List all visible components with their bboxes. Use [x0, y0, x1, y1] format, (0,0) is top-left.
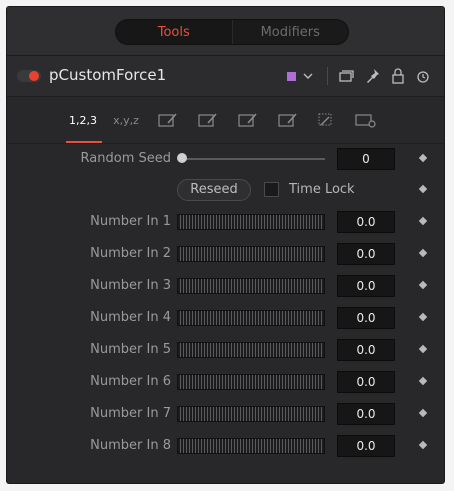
number-in-row: Number In 6 0.0: [7, 371, 444, 393]
number-in-label: Number In 8: [90, 438, 171, 453]
edit-page-icon: [278, 113, 297, 127]
number-in-value[interactable]: 0.0: [337, 307, 395, 329]
versions-icon[interactable]: [338, 66, 354, 92]
number-in-label: Number In 7: [90, 406, 171, 421]
keyframe-diamond-icon[interactable]: [418, 376, 428, 386]
header-divider: [327, 67, 328, 85]
tab-inputs[interactable]: [272, 97, 304, 143]
keyframe-diamond-icon[interactable]: [418, 216, 428, 226]
tool-header: pCustomForce1: [7, 56, 444, 97]
reset-icon[interactable]: [415, 66, 431, 92]
tab-points[interactable]: x,y,z: [110, 97, 142, 143]
keyframe-diamond-icon[interactable]: [418, 344, 428, 354]
random-seed-slider-track[interactable]: [182, 158, 325, 160]
edit-page-icon: [198, 113, 217, 127]
number-in-value[interactable]: 0.0: [337, 403, 395, 425]
time-lock-label: Time Lock: [289, 182, 355, 197]
settings-page-icon: [355, 114, 376, 128]
keyframe-diamond-icon[interactable]: [418, 408, 428, 418]
random-seed-row: Random Seed 0: [7, 148, 444, 170]
number-in-label: Number In 6: [90, 374, 171, 389]
tab-modifiers[interactable]: Modifiers: [231, 20, 349, 44]
number-in-thumbwheel[interactable]: [177, 406, 325, 422]
number-in-label: Number In 1: [90, 214, 171, 229]
number-in-label: Number In 3: [90, 278, 171, 293]
tab-setup[interactable]: [152, 97, 184, 143]
inspector-tab-bar: Tools Modifiers: [7, 7, 444, 56]
number-in-label: Number In 5: [90, 342, 171, 357]
random-seed-value[interactable]: 0: [337, 148, 395, 170]
random-seed-slider-knob[interactable]: [177, 153, 187, 163]
tab-tools[interactable]: Tools: [116, 20, 232, 44]
keyframe-diamond-icon[interactable]: [418, 248, 428, 258]
number-in-row: Number In 5 0.0: [7, 339, 444, 361]
number-in-thumbwheel[interactable]: [177, 278, 325, 294]
keyframe-diamond-icon[interactable]: [418, 440, 428, 450]
number-in-row: Number In 4 0.0: [7, 307, 444, 329]
number-in-value[interactable]: 0.0: [337, 211, 395, 233]
number-in-row: Number In 1 0.0: [7, 211, 444, 233]
tabs-divider: [7, 143, 444, 144]
pin-icon[interactable]: [365, 66, 381, 92]
number-in-thumbwheel[interactable]: [177, 342, 325, 358]
edit-page-icon: [158, 113, 177, 127]
reseed-row: Reseed Time Lock: [7, 179, 444, 201]
tab-settings[interactable]: [350, 97, 382, 143]
number-in-value[interactable]: 0.0: [337, 339, 395, 361]
keyframe-diamond-icon[interactable]: [418, 184, 428, 194]
number-in-thumbwheel[interactable]: [177, 438, 325, 454]
number-in-thumbwheel[interactable]: [177, 310, 325, 326]
lock-icon[interactable]: [391, 66, 405, 92]
control-page-tabs: 1,2,3 x,y,z: [7, 97, 444, 143]
tool-enable-toggle[interactable]: [17, 70, 41, 82]
time-lock-checkbox[interactable]: [264, 182, 279, 197]
reseed-button[interactable]: Reseed: [177, 179, 251, 201]
number-in-thumbwheel[interactable]: [177, 374, 325, 390]
number-in-row: Number In 3 0.0: [7, 275, 444, 297]
number-in-value[interactable]: 0.0: [337, 243, 395, 265]
enable-dot-icon: [29, 71, 39, 81]
random-seed-label: Random Seed: [80, 151, 171, 166]
tab-intermediate[interactable]: [192, 97, 224, 143]
tools-modifiers-switch: Tools Modifiers: [115, 19, 349, 45]
tab-numbers[interactable]: 1,2,3: [67, 97, 99, 143]
tool-name: pCustomForce1: [49, 66, 167, 84]
number-in-thumbwheel[interactable]: [177, 246, 325, 262]
keyframe-diamond-icon[interactable]: [418, 280, 428, 290]
tab-style[interactable]: [310, 97, 342, 143]
number-in-value[interactable]: 0.0: [337, 371, 395, 393]
tab-points-label: x,y,z: [113, 113, 139, 127]
number-in-label: Number In 2: [90, 246, 171, 261]
particle-style-icon: [318, 113, 332, 126]
number-in-label: Number In 4: [90, 310, 171, 325]
chevron-down-icon[interactable]: [302, 66, 314, 93]
number-in-value[interactable]: 0.0: [337, 275, 395, 297]
number-in-value[interactable]: 0.0: [337, 435, 395, 457]
inspector-panel: Tools Modifiers pCustomForce1 1,2,3 x,y,…: [6, 6, 445, 484]
number-in-row: Number In 2 0.0: [7, 243, 444, 265]
keyframe-diamond-icon[interactable]: [418, 312, 428, 322]
tool-color-swatch[interactable]: [287, 72, 296, 81]
keyframe-diamond-icon[interactable]: [418, 153, 428, 163]
number-in-row: Number In 8 0.0: [7, 435, 444, 457]
tab-regions[interactable]: [232, 97, 264, 143]
tab-numbers-label: 1,2,3: [69, 113, 97, 127]
edit-page-icon: [238, 113, 257, 127]
number-in-thumbwheel[interactable]: [177, 214, 325, 230]
number-in-row: Number In 7 0.0: [7, 403, 444, 425]
